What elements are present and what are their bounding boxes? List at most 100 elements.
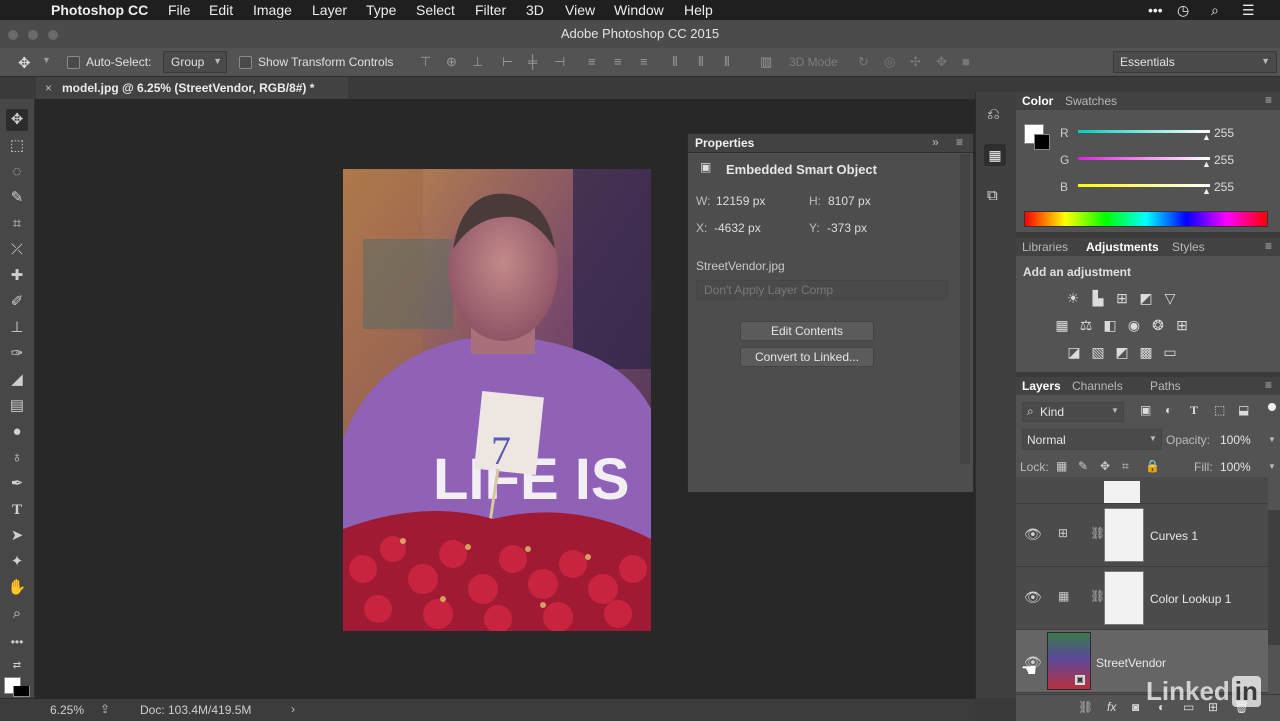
align-left-icon[interactable]: ⊢ [502, 54, 513, 70]
lock-all-icon[interactable]: 🔒 [1145, 459, 1160, 473]
levels-icon[interactable]: ▙ [1089, 290, 1107, 307]
layer-name[interactable]: Color Lookup 1 [1150, 592, 1231, 606]
show-transform-checkbox[interactable] [239, 56, 252, 69]
layer-row[interactable]: 👁 ⊞ ⛓ Curves 1 [1016, 504, 1268, 567]
distribute-right-icon[interactable]: ⦀ [724, 54, 730, 70]
distribute-left-icon[interactable]: ⦀ [672, 54, 678, 70]
marquee-tool-icon[interactable]: ⬚ [6, 135, 28, 157]
convert-to-linked-button[interactable]: Convert to Linked... [740, 347, 874, 367]
link-layers-icon[interactable]: ⛓ [1078, 700, 1093, 714]
background-swatch[interactable] [1034, 134, 1050, 150]
invert-icon[interactable]: ◪ [1065, 344, 1083, 361]
posterize-icon[interactable]: ▧ [1089, 344, 1107, 361]
menu-filter[interactable]: Filter [475, 2, 506, 18]
status-menu-arrow[interactable]: › [291, 702, 295, 716]
y-field[interactable]: -373 px [827, 221, 867, 235]
fill-field[interactable]: 100% [1220, 460, 1251, 474]
dodge-tool-icon[interactable]: ♁ [6, 447, 28, 469]
lasso-tool-icon[interactable]: ◌ [6, 161, 28, 183]
tab-layers[interactable]: Layers [1022, 379, 1061, 393]
align-right-icon[interactable]: ⊣ [554, 54, 565, 70]
quick-select-tool-icon[interactable]: ✎ [6, 187, 28, 209]
3d-scale-icon[interactable]: ■ [962, 54, 970, 69]
filter-pixel-icon[interactable]: ▣ [1140, 403, 1151, 417]
layer-name[interactable]: Curves 1 [1150, 529, 1198, 543]
menu-edit[interactable]: Edit [209, 2, 233, 18]
menu-3d[interactable]: 3D [526, 2, 544, 18]
menu-type[interactable]: Type [366, 2, 396, 18]
panel-menu-icon[interactable]: ≡ [1265, 239, 1272, 253]
crop-tool-icon[interactable]: ⌗ [6, 213, 28, 235]
tab-channels[interactable]: Channels [1072, 379, 1123, 393]
panel-menu-icon[interactable]: ≡ [1265, 378, 1272, 392]
selective-color-icon[interactable]: ▩ [1137, 344, 1155, 361]
share-icon[interactable]: ⇪ [100, 702, 110, 716]
panel-menu-icon[interactable]: ≡ [956, 135, 963, 149]
black-white-icon[interactable]: ◧ [1101, 317, 1119, 334]
history-panel-icon[interactable]: ⎌ [987, 106, 1000, 124]
lock-transparent-icon[interactable]: ▦ [1056, 459, 1067, 473]
tab-libraries[interactable]: Libraries [1022, 240, 1068, 254]
color-balance-icon[interactable]: ⚖ [1077, 317, 1095, 334]
align-vcenter-icon[interactable]: ⊕ [446, 54, 457, 70]
close-tab-icon[interactable]: × [45, 81, 52, 95]
photo-filter-icon[interactable]: ◉ [1125, 317, 1143, 334]
properties-panel-icon[interactable]: ▦ [984, 144, 1006, 166]
3d-slide-icon[interactable]: ✥ [936, 54, 947, 70]
layer-comp-dropdown[interactable]: Don't Apply Layer Comp [696, 280, 948, 300]
layer-row[interactable]: 👁 ▦ ⛓ Color Lookup 1 [1016, 567, 1268, 630]
curves-icon[interactable]: ⊞ [1113, 290, 1131, 307]
b-value[interactable]: 255 [1214, 180, 1234, 194]
background-color-swatch[interactable] [13, 686, 30, 697]
edit-contents-button[interactable]: Edit Contents [740, 321, 874, 341]
menu-photoshop[interactable]: Photoshop CC [51, 2, 148, 18]
r-value[interactable]: 255 [1214, 126, 1234, 140]
tab-paths[interactable]: Paths [1150, 379, 1181, 393]
g-value[interactable]: 255 [1214, 153, 1234, 167]
document-tab[interactable]: × model.jpg @ 6.25% (StreetVendor, RGB/8… [36, 77, 348, 99]
align-top-icon[interactable]: ⊤ [420, 54, 431, 70]
menu-file[interactable]: File [168, 2, 191, 18]
tab-color[interactable]: Color [1022, 94, 1053, 108]
b-slider-handle[interactable]: ▲ [1202, 186, 1211, 196]
layer-name[interactable]: StreetVendor [1096, 656, 1166, 670]
edit-toolbar-icon[interactable]: ••• [6, 631, 28, 653]
type-tool-icon[interactable]: T [6, 499, 28, 521]
channel-mixer-icon[interactable]: ❂ [1149, 317, 1167, 334]
properties-scrollbar[interactable] [960, 154, 970, 464]
lock-artboard-icon[interactable]: ⌗ [1122, 459, 1129, 474]
chevron-down-icon[interactable]: ▼ [42, 55, 51, 65]
fx-icon[interactable]: fx [1107, 700, 1116, 714]
filter-type-icon[interactable]: T [1190, 403, 1198, 418]
clone-stamp-tool-icon[interactable]: ⊥ [6, 317, 28, 339]
workspace-dropdown[interactable]: Essentials ▼ [1113, 51, 1277, 73]
color-lookup-icon[interactable]: ⊞ [1173, 317, 1191, 334]
b-slider[interactable] [1078, 184, 1210, 187]
menu-image[interactable]: Image [253, 2, 292, 18]
lock-pixels-icon[interactable]: ✎ [1078, 459, 1088, 473]
swap-colors-icon[interactable]: ⇄ [6, 655, 28, 677]
move-tool-icon[interactable]: ✥ [6, 109, 28, 131]
align-hcenter-icon[interactable]: ╪ [528, 54, 537, 69]
3d-roll-icon[interactable]: ◎ [884, 54, 895, 70]
distribute-vcenter-icon[interactable]: ≡ [614, 54, 622, 69]
menu-layer[interactable]: Layer [312, 2, 347, 18]
clock-icon[interactable]: ◷ [1177, 2, 1189, 19]
move-tool-preset-icon[interactable]: ✥ [18, 54, 31, 72]
layer-row-partial[interactable] [1016, 477, 1268, 504]
menu-view[interactable]: View [565, 2, 595, 18]
collapse-panel-icon[interactable]: » [932, 135, 939, 149]
menu-select[interactable]: Select [416, 2, 455, 18]
lock-position-icon[interactable]: ✥ [1100, 459, 1110, 473]
eye-icon[interactable]: 👁 [1024, 589, 1042, 606]
gradient-tool-icon[interactable]: ▤ [6, 395, 28, 417]
spotlight-search-icon[interactable]: ⌕ [1211, 2, 1219, 19]
r-slider[interactable] [1078, 130, 1210, 133]
auto-align-icon[interactable]: ▥ [760, 54, 772, 70]
link-icon[interactable]: ⛓ [1090, 589, 1105, 603]
brush-tool-icon[interactable]: ✐ [6, 291, 28, 313]
vibrance-icon[interactable]: ▽ [1161, 290, 1179, 307]
libraries-panel-icon[interactable]: ⧉ [987, 187, 998, 204]
zoom-level[interactable]: 6.25% [50, 703, 84, 717]
chevron-down-icon[interactable]: ▼ [1268, 435, 1276, 444]
